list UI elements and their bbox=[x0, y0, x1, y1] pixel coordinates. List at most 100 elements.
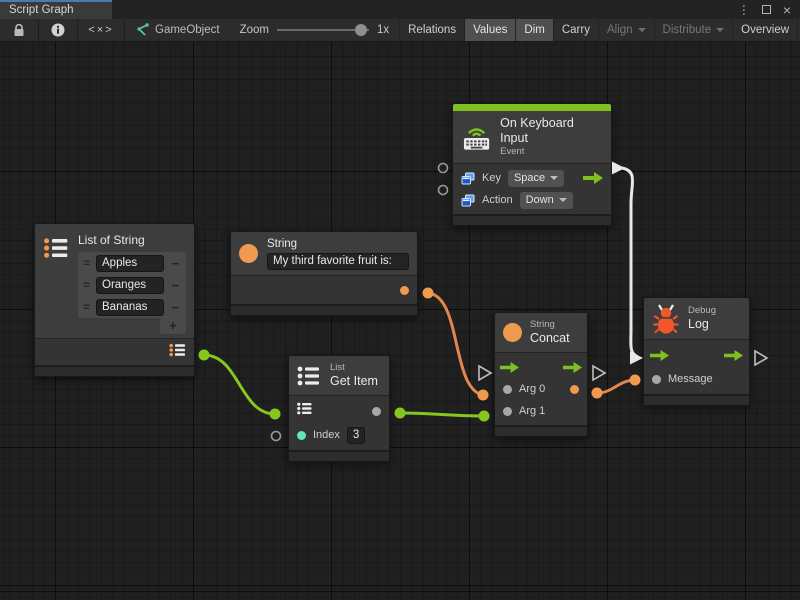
node-list-of-string[interactable]: List of String = Apples − = Oranges − bbox=[34, 223, 195, 377]
node-footer bbox=[231, 304, 417, 315]
result-output-port[interactable] bbox=[570, 385, 579, 394]
unconnected-value-port-icon[interactable] bbox=[272, 432, 281, 441]
zoom-slider[interactable] bbox=[277, 24, 369, 36]
node-title: List of String bbox=[78, 233, 186, 248]
info-icon bbox=[51, 23, 65, 37]
node-title: Log bbox=[688, 317, 716, 332]
arg0-input-port[interactable] bbox=[503, 385, 512, 394]
align-dropdown[interactable]: Align bbox=[598, 19, 654, 41]
graph-target[interactable]: GameObject bbox=[125, 19, 230, 41]
code-view-button[interactable]: <×> bbox=[78, 19, 124, 41]
string-type-icon bbox=[239, 244, 258, 263]
wire-control-keyboard-to-log[interactable] bbox=[612, 162, 643, 365]
list-item-field[interactable]: Apples bbox=[96, 255, 164, 272]
unity-visual-scripting-window: Script Graph ⋮ × bbox=[0, 0, 800, 600]
key-dropdown[interactable]: Space bbox=[508, 170, 564, 187]
node-concat[interactable]: String Concat Arg 0 bbox=[494, 312, 588, 437]
add-item-button[interactable]: + bbox=[160, 318, 186, 334]
event-accent-bar bbox=[453, 104, 611, 111]
unconnected-flow-port-icon[interactable] bbox=[479, 366, 491, 380]
node-title: String bbox=[267, 237, 409, 252]
node-footer bbox=[35, 365, 194, 376]
list-input-port[interactable] bbox=[297, 402, 313, 420]
list-item-field[interactable]: Bananas bbox=[96, 299, 164, 316]
port-label-arg1: Arg 1 bbox=[519, 405, 545, 417]
zoom-slider-handle[interactable] bbox=[355, 24, 367, 36]
chevron-down-icon bbox=[559, 198, 567, 206]
flow-output-port[interactable] bbox=[563, 362, 582, 373]
drag-handle-icon[interactable]: = bbox=[80, 300, 93, 314]
flow-input-port[interactable] bbox=[650, 350, 669, 361]
string-value-field[interactable]: My third favorite fruit is: bbox=[267, 253, 409, 270]
string-output-port[interactable] bbox=[400, 286, 409, 295]
relations-toggle[interactable]: Relations bbox=[399, 19, 464, 41]
dim-toggle[interactable]: Dim bbox=[515, 19, 552, 41]
unconnected-flow-port-icon[interactable] bbox=[593, 366, 605, 380]
wire-concat-to-log[interactable] bbox=[592, 375, 641, 399]
remove-item-button[interactable]: − bbox=[167, 278, 184, 293]
port-label-arg0: Arg 0 bbox=[519, 383, 545, 395]
node-title: On Keyboard Input bbox=[500, 116, 602, 146]
list-item-row: = Oranges − bbox=[78, 274, 186, 296]
message-input-port[interactable] bbox=[652, 375, 661, 384]
list-output-port[interactable] bbox=[169, 343, 186, 362]
close-icon[interactable]: × bbox=[783, 4, 791, 16]
remove-item-button[interactable]: − bbox=[167, 256, 184, 271]
node-category: String bbox=[530, 319, 570, 331]
list-editor: = Apples − = Oranges − = Bananas − bbox=[78, 252, 186, 318]
unconnected-flow-port-icon[interactable] bbox=[755, 351, 767, 365]
port-label-key: Key bbox=[482, 172, 501, 184]
node-get-item[interactable]: List Get Item I bbox=[288, 355, 390, 462]
wire-getitem-to-concat[interactable] bbox=[395, 408, 490, 422]
drag-handle-icon[interactable]: = bbox=[80, 278, 93, 292]
chevron-down-icon bbox=[716, 28, 724, 36]
wire-list-to-getitem[interactable] bbox=[199, 350, 281, 420]
action-dropdown[interactable]: Down bbox=[520, 192, 573, 209]
carry-toggle[interactable]: Carry bbox=[553, 19, 598, 41]
graph-canvas[interactable]: On Keyboard Input Event Key Space bbox=[0, 42, 800, 600]
chevron-down-icon bbox=[550, 176, 558, 184]
values-toggle[interactable]: Values bbox=[464, 19, 515, 41]
bug-icon bbox=[653, 303, 679, 334]
port-label-action: Action bbox=[482, 194, 513, 206]
list-icon bbox=[43, 235, 70, 262]
flow-output-port[interactable] bbox=[724, 350, 743, 361]
lock-icon bbox=[13, 24, 25, 37]
graph-toolbar: <×> GameObject Zoom 1x Rela bbox=[0, 19, 800, 42]
arg1-input-port[interactable] bbox=[503, 407, 512, 416]
lock-button[interactable] bbox=[0, 19, 38, 41]
distribute-dropdown[interactable]: Distribute bbox=[654, 19, 733, 41]
node-footer bbox=[644, 394, 749, 405]
index-input-port[interactable] bbox=[297, 431, 306, 440]
graph-target-label: GameObject bbox=[155, 24, 220, 36]
maximize-icon[interactable] bbox=[762, 5, 771, 14]
drag-handle-icon[interactable]: = bbox=[80, 256, 93, 270]
port-label-index: Index bbox=[313, 429, 340, 441]
index-value-field[interactable]: 3 bbox=[347, 427, 365, 444]
info-button[interactable] bbox=[39, 19, 77, 41]
unconnected-value-port-icon[interactable] bbox=[439, 164, 448, 173]
script-graph-icon bbox=[135, 23, 149, 37]
list-item-field[interactable]: Oranges bbox=[96, 277, 164, 294]
zoom-label: Zoom bbox=[240, 24, 269, 36]
window-menu-icon[interactable]: ⋮ bbox=[738, 4, 750, 16]
tab-script-graph[interactable]: Script Graph bbox=[0, 0, 112, 19]
node-category: List bbox=[330, 362, 378, 374]
node-string-literal[interactable]: String My third favorite fruit is: bbox=[230, 231, 418, 316]
node-footer bbox=[453, 214, 611, 225]
node-debug-log[interactable]: Debug Log Message bbox=[643, 297, 750, 406]
item-output-port[interactable] bbox=[372, 407, 381, 416]
overview-button[interactable]: Overview bbox=[732, 19, 797, 41]
list-item-row: = Bananas − bbox=[78, 296, 186, 318]
wire-string-to-concat[interactable] bbox=[423, 288, 489, 401]
trigger-output-port[interactable] bbox=[583, 172, 603, 184]
keyboard-icon bbox=[462, 124, 491, 151]
unconnected-value-port-icon[interactable] bbox=[439, 186, 448, 195]
node-on-keyboard-input[interactable]: On Keyboard Input Event Key Space bbox=[452, 103, 612, 226]
flow-input-port[interactable] bbox=[500, 362, 519, 373]
titlebar: Script Graph ⋮ × bbox=[0, 0, 800, 19]
remove-item-button[interactable]: − bbox=[167, 300, 184, 315]
action-enum-icon bbox=[461, 194, 475, 207]
node-category: Debug bbox=[688, 305, 716, 317]
chevron-down-icon bbox=[638, 28, 646, 36]
